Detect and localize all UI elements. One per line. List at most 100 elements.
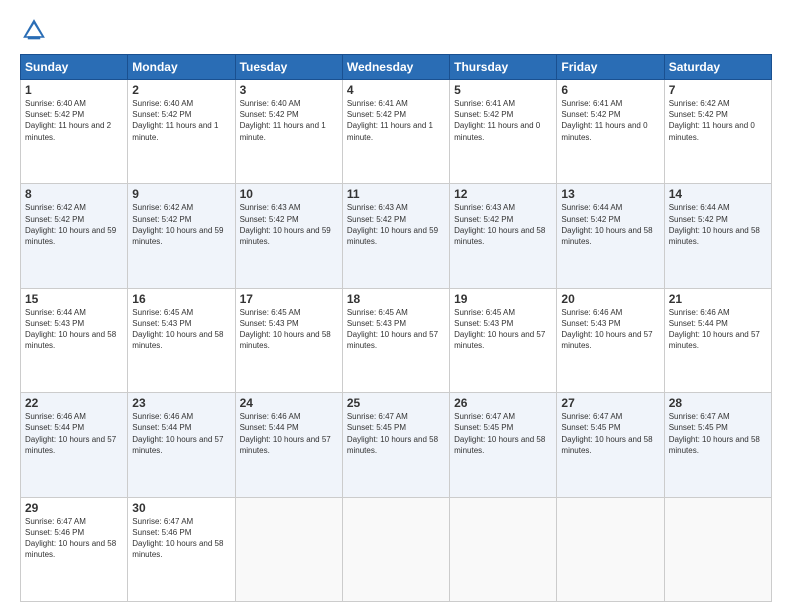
day-info: Sunrise: 6:42 AMSunset: 5:42 PMDaylight:… [25,203,116,246]
day-info: Sunrise: 6:43 AMSunset: 5:42 PMDaylight:… [347,203,438,246]
calendar-day-cell: 23 Sunrise: 6:46 AMSunset: 5:44 PMDayligh… [128,393,235,497]
day-number: 14 [669,187,767,201]
day-number: 29 [25,501,123,515]
calendar-day-cell: 9Sunrise: 6:42 AMSunset: 5:42 PMDaylight… [128,184,235,288]
calendar-day-cell: 4 Sunrise: 6:41 AMSunset: 5:42 PMDaylight… [342,80,449,184]
calendar-day-cell: 17 Sunrise: 6:45 AMSunset: 5:43 PMDayligh… [235,288,342,392]
calendar-day-cell: 5 Sunrise: 6:41 AMSunset: 5:42 PMDaylight… [450,80,557,184]
day-number: 5 [454,83,552,97]
day-number: 7 [669,83,767,97]
day-number: 17 [240,292,338,306]
page: SundayMondayTuesdayWednesdayThursdayFrid… [0,0,792,612]
calendar-day-cell [342,497,449,601]
calendar-day-cell: 27 Sunrise: 6:47 AMSunset: 5:45 PMDayligh… [557,393,664,497]
day-number: 13 [561,187,659,201]
calendar-day-header: Wednesday [342,55,449,80]
day-number: 9 [132,187,230,201]
calendar-day-cell: 26 Sunrise: 6:47 AMSunset: 5:45 PMDayligh… [450,393,557,497]
calendar-day-cell: 14 Sunrise: 6:44 AMSunset: 5:42 PMDayligh… [664,184,771,288]
day-info: Sunrise: 6:47 AMSunset: 5:45 PMDaylight:… [454,412,545,455]
day-info: Sunrise: 6:43 AMSunset: 5:42 PMDaylight:… [454,203,545,246]
calendar-day-cell: 24 Sunrise: 6:46 AMSunset: 5:44 PMDayligh… [235,393,342,497]
calendar-day-cell: 16 Sunrise: 6:45 AMSunset: 5:43 PMDayligh… [128,288,235,392]
calendar-day-cell: 11 Sunrise: 6:43 AMSunset: 5:42 PMDayligh… [342,184,449,288]
day-number: 6 [561,83,659,97]
calendar-day-header: Saturday [664,55,771,80]
logo-icon [20,16,48,44]
calendar-day-cell: 12Sunrise: 6:43 AMSunset: 5:42 PMDayligh… [450,184,557,288]
day-info: Sunrise: 6:41 AMSunset: 5:42 PMDaylight:… [561,99,647,142]
calendar-day-cell: 13 Sunrise: 6:44 AMSunset: 5:42 PMDayligh… [557,184,664,288]
day-info: Sunrise: 6:47 AMSunset: 5:46 PMDaylight:… [132,517,223,560]
calendar-table: SundayMondayTuesdayWednesdayThursdayFrid… [20,54,772,602]
calendar-day-cell: 21Sunrise: 6:46 AMSunset: 5:44 PMDayligh… [664,288,771,392]
calendar-week-row: 1 Sunrise: 6:40 AMSunset: 5:42 PMDaylight… [21,80,772,184]
day-info: Sunrise: 6:42 AMSunset: 5:42 PMDaylight:… [669,99,755,142]
day-info: Sunrise: 6:41 AMSunset: 5:42 PMDaylight:… [454,99,540,142]
day-info: Sunrise: 6:44 AMSunset: 5:43 PMDaylight:… [25,308,116,351]
calendar-day-header: Tuesday [235,55,342,80]
day-info: Sunrise: 6:45 AMSunset: 5:43 PMDaylight:… [454,308,545,351]
day-info: Sunrise: 6:46 AMSunset: 5:44 PMDaylight:… [132,412,223,455]
day-info: Sunrise: 6:40 AMSunset: 5:42 PMDaylight:… [132,99,218,142]
day-info: Sunrise: 6:43 AMSunset: 5:42 PMDaylight:… [240,203,331,246]
day-number: 19 [454,292,552,306]
day-number: 25 [347,396,445,410]
calendar-day-cell: 29 Sunrise: 6:47 AMSunset: 5:46 PMDayligh… [21,497,128,601]
day-number: 10 [240,187,338,201]
calendar-day-header: Sunday [21,55,128,80]
day-info: Sunrise: 6:46 AMSunset: 5:44 PMDaylight:… [240,412,331,455]
calendar-day-header: Friday [557,55,664,80]
day-info: Sunrise: 6:44 AMSunset: 5:42 PMDaylight:… [669,203,760,246]
calendar-day-cell: 8Sunrise: 6:42 AMSunset: 5:42 PMDaylight… [21,184,128,288]
calendar-week-row: 29 Sunrise: 6:47 AMSunset: 5:46 PMDayligh… [21,497,772,601]
calendar-day-cell: 10 Sunrise: 6:43 AMSunset: 5:42 PMDayligh… [235,184,342,288]
calendar-day-cell [557,497,664,601]
day-info: Sunrise: 6:41 AMSunset: 5:42 PMDaylight:… [347,99,433,142]
day-info: Sunrise: 6:44 AMSunset: 5:42 PMDaylight:… [561,203,652,246]
day-number: 15 [25,292,123,306]
calendar-day-header: Monday [128,55,235,80]
day-info: Sunrise: 6:47 AMSunset: 5:45 PMDaylight:… [669,412,760,455]
calendar-day-cell: 1 Sunrise: 6:40 AMSunset: 5:42 PMDaylight… [21,80,128,184]
day-number: 27 [561,396,659,410]
day-number: 4 [347,83,445,97]
day-number: 1 [25,83,123,97]
day-number: 22 [25,396,123,410]
calendar-week-row: 15 Sunrise: 6:44 AMSunset: 5:43 PMDayligh… [21,288,772,392]
day-info: Sunrise: 6:46 AMSunset: 5:43 PMDaylight:… [561,308,652,351]
day-info: Sunrise: 6:45 AMSunset: 5:43 PMDaylight:… [347,308,438,351]
day-number: 16 [132,292,230,306]
calendar-day-cell [664,497,771,601]
day-number: 26 [454,396,552,410]
calendar-day-cell: 18 Sunrise: 6:45 AMSunset: 5:43 PMDayligh… [342,288,449,392]
day-number: 18 [347,292,445,306]
day-number: 23 [132,396,230,410]
day-info: Sunrise: 6:40 AMSunset: 5:42 PMDaylight:… [25,99,111,142]
day-info: Sunrise: 6:47 AMSunset: 5:46 PMDaylight:… [25,517,116,560]
calendar-day-cell: 7 Sunrise: 6:42 AMSunset: 5:42 PMDaylight… [664,80,771,184]
calendar-day-cell: 3 Sunrise: 6:40 AMSunset: 5:42 PMDaylight… [235,80,342,184]
day-number: 11 [347,187,445,201]
day-number: 2 [132,83,230,97]
day-info: Sunrise: 6:47 AMSunset: 5:45 PMDaylight:… [561,412,652,455]
logo [20,16,52,44]
calendar-day-header: Thursday [450,55,557,80]
day-number: 28 [669,396,767,410]
calendar-day-cell [450,497,557,601]
day-info: Sunrise: 6:45 AMSunset: 5:43 PMDaylight:… [132,308,223,351]
day-info: Sunrise: 6:45 AMSunset: 5:43 PMDaylight:… [240,308,331,351]
calendar-day-cell: 20 Sunrise: 6:46 AMSunset: 5:43 PMDayligh… [557,288,664,392]
calendar-day-cell: 22Sunrise: 6:46 AMSunset: 5:44 PMDayligh… [21,393,128,497]
day-info: Sunrise: 6:47 AMSunset: 5:45 PMDaylight:… [347,412,438,455]
day-number: 20 [561,292,659,306]
calendar-day-cell: 19 Sunrise: 6:45 AMSunset: 5:43 PMDayligh… [450,288,557,392]
day-number: 24 [240,396,338,410]
day-info: Sunrise: 6:40 AMSunset: 5:42 PMDaylight:… [240,99,326,142]
calendar-day-cell: 6 Sunrise: 6:41 AMSunset: 5:42 PMDaylight… [557,80,664,184]
top-section [20,16,772,44]
day-number: 3 [240,83,338,97]
calendar-day-cell: 15 Sunrise: 6:44 AMSunset: 5:43 PMDayligh… [21,288,128,392]
calendar-header-row: SundayMondayTuesdayWednesdayThursdayFrid… [21,55,772,80]
calendar-day-cell: 25 Sunrise: 6:47 AMSunset: 5:45 PMDayligh… [342,393,449,497]
